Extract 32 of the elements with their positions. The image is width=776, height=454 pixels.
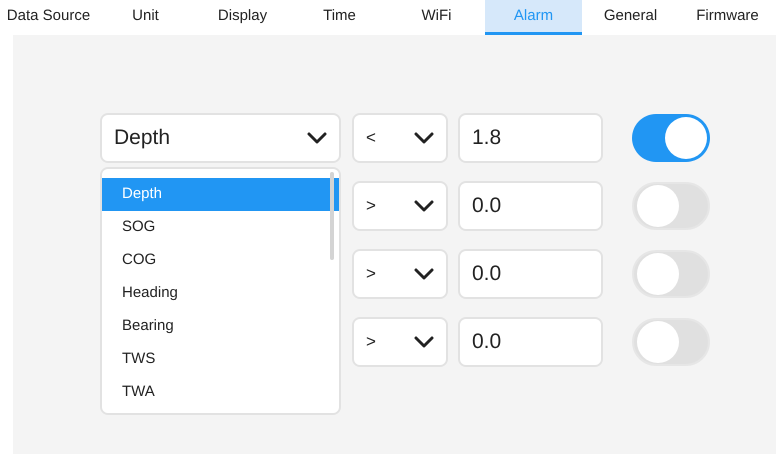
alarm-toggle[interactable] xyxy=(632,182,710,230)
dropdown-option[interactable]: TWA xyxy=(102,376,339,409)
threshold-field[interactable]: 0.0 xyxy=(458,249,603,299)
alarm-toggle[interactable] xyxy=(632,114,710,162)
chevron-down-icon xyxy=(307,132,327,144)
threshold-field[interactable]: 0.0 xyxy=(458,181,603,231)
threshold-field[interactable]: 1.8 xyxy=(458,113,603,163)
chevron-down-icon xyxy=(414,268,434,280)
tab[interactable]: WiFi xyxy=(388,0,485,35)
alarm-toggle[interactable] xyxy=(632,250,710,298)
alarm-toggle[interactable] xyxy=(632,318,710,366)
dropdown-option[interactable]: Bearing xyxy=(102,310,339,343)
tab[interactable]: Firmware xyxy=(679,0,776,35)
tab[interactable]: General xyxy=(582,0,679,35)
dropdown-option[interactable]: SOG xyxy=(102,211,339,244)
dropdown-option[interactable]: Heading xyxy=(102,277,339,310)
chevron-down-icon xyxy=(414,200,434,212)
operator-select[interactable]: < xyxy=(352,113,448,163)
tab[interactable]: Time xyxy=(291,0,388,35)
source-select[interactable]: Depth xyxy=(100,113,341,163)
threshold-field[interactable]: 0.0 xyxy=(458,317,603,367)
operator-select[interactable]: > xyxy=(352,181,448,231)
operator-select[interactable]: > xyxy=(352,249,448,299)
operator-select[interactable]: > xyxy=(352,317,448,367)
dropdown-option[interactable]: COG xyxy=(102,244,339,277)
chevron-down-icon xyxy=(414,336,434,348)
tab[interactable]: Display xyxy=(194,0,291,35)
scrollbar[interactable] xyxy=(330,172,334,260)
chevron-down-icon xyxy=(414,132,434,144)
dropdown-option[interactable]: TWS xyxy=(102,343,339,376)
tab[interactable]: Unit xyxy=(97,0,194,35)
tab[interactable]: Data Source xyxy=(0,0,97,35)
